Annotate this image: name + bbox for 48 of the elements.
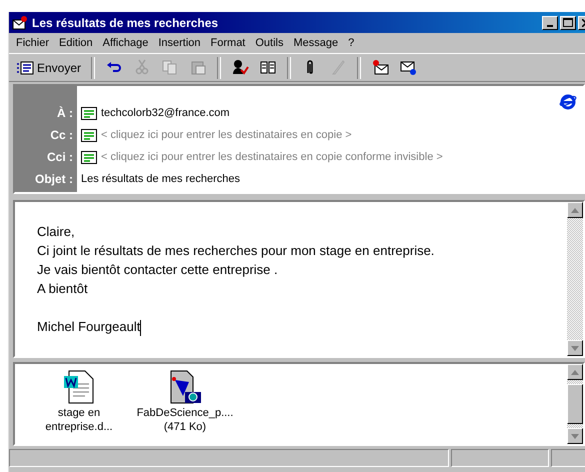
attachment-item[interactable]: FabDeScience_p.... (471 Ko) bbox=[135, 370, 235, 444]
message-text-line: Michel Fourgeault bbox=[37, 318, 142, 336]
recipient-placeholder[interactable]: < cliquez ici pour entrer les destinataires en copie conforme invisible > bbox=[101, 151, 443, 163]
window-title: Les résultats de mes recherches bbox=[32, 16, 220, 30]
menu-item[interactable]: ? bbox=[343, 37, 360, 49]
field-value[interactable]: Les résultats de mes recherches bbox=[81, 173, 240, 185]
menu-item[interactable]: Fichier bbox=[11, 37, 54, 49]
scroll-down-button[interactable] bbox=[567, 340, 583, 356]
message-text-line: A bientôt bbox=[37, 280, 89, 298]
scrollbar[interactable] bbox=[567, 364, 583, 444]
field-value[interactable]: techcolorb32@france.com bbox=[101, 107, 230, 119]
scroll-thumb[interactable] bbox=[567, 384, 583, 424]
down-arrow-icon bbox=[571, 434, 579, 438]
status-bar-pane bbox=[551, 449, 585, 467]
field-label: Objet : bbox=[34, 171, 74, 188]
app-icon bbox=[12, 14, 28, 30]
up-arrow-icon bbox=[571, 370, 579, 374]
menu-item[interactable]: Affichage bbox=[98, 37, 154, 49]
scroll-down-button[interactable] bbox=[567, 428, 583, 444]
menu-item[interactable]: Insertion bbox=[153, 37, 206, 49]
browser-logo-icon bbox=[559, 94, 577, 110]
message-text-line: Je vais bientôt contacter cette entreprise . bbox=[37, 261, 279, 279]
minimize-button[interactable] bbox=[542, 16, 558, 30]
contact-card-icon[interactable] bbox=[81, 150, 97, 164]
form-icon bbox=[16, 60, 34, 74]
recipient-placeholder[interactable]: < cliquez ici pour entrer les destinataires en copie > bbox=[101, 129, 352, 141]
field-label: À : bbox=[56, 105, 74, 122]
field-label: Cci : bbox=[46, 149, 74, 166]
send-button[interactable]: Envoyer bbox=[13, 58, 84, 76]
minimize-icon bbox=[547, 25, 553, 27]
down-arrow-icon bbox=[571, 346, 579, 350]
message-text-line: Ci joint le résultats de mes recherches pour mon stage en entreprise. bbox=[37, 242, 436, 260]
menu-item[interactable]: Edition bbox=[54, 37, 98, 49]
menu-item[interactable]: Outils bbox=[250, 37, 288, 49]
contact-card-icon[interactable] bbox=[81, 106, 97, 120]
menu-item[interactable]: Message bbox=[288, 37, 344, 49]
scroll-up-button[interactable] bbox=[567, 364, 583, 380]
document-icon bbox=[63, 370, 95, 404]
maximize-button[interactable] bbox=[560, 16, 576, 30]
message-text-line: Claire, bbox=[37, 223, 76, 241]
menu-item[interactable]: Format bbox=[206, 37, 250, 49]
attachment-item[interactable]: stage en entreprise.d... bbox=[29, 370, 129, 444]
up-arrow-icon bbox=[571, 208, 579, 212]
maximize-icon bbox=[563, 18, 573, 27]
scrollbar[interactable] bbox=[567, 202, 583, 356]
field-label: Cc : bbox=[49, 127, 74, 144]
scroll-up-button[interactable] bbox=[567, 202, 583, 218]
contact-card-icon[interactable] bbox=[81, 128, 97, 142]
